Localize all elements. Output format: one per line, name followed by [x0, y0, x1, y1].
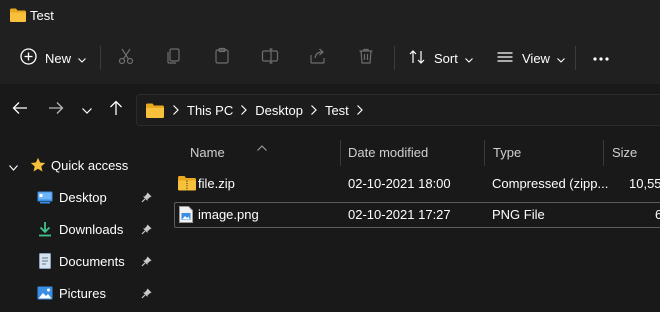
- chevron-right-icon: [311, 105, 317, 115]
- document-icon: [37, 253, 53, 269]
- arrow-up-icon: [109, 100, 123, 121]
- chevron-right-icon: [173, 105, 179, 115]
- plus-circle-icon: [20, 48, 37, 68]
- sidebar-item-label: Desktop: [59, 190, 107, 205]
- breadcrumb-desktop[interactable]: Desktop: [255, 103, 303, 118]
- picture-icon: [37, 285, 53, 301]
- file-size: 10,555: [629, 176, 660, 191]
- arrow-left-icon: [12, 101, 28, 120]
- folder-icon: [146, 103, 164, 118]
- file-list: Name Date modified Type Size file.zip 02…: [161, 136, 660, 312]
- table-row[interactable]: image.png 02-10-2021 17:27 PNG File 6: [174, 202, 660, 228]
- chevron-right-icon: [241, 105, 248, 115]
- command-bar: New Sort View: [0, 32, 660, 84]
- file-name: image.png: [198, 207, 259, 222]
- folder-icon: [10, 8, 26, 27]
- sidebar-item-label: Quick access: [51, 158, 129, 173]
- file-type: Compressed (zipp...: [492, 176, 609, 191]
- sort-arrows-icon: [408, 48, 426, 69]
- navigation-bar: This PC Desktop Test: [0, 84, 660, 136]
- new-button[interactable]: New: [20, 40, 86, 76]
- chevron-down-icon: [78, 51, 86, 66]
- column-header-label: Type: [493, 144, 522, 160]
- file-date-modified: 02-10-2021 17:27: [348, 207, 451, 222]
- column-header-size[interactable]: Size: [612, 136, 637, 168]
- file-size: 6: [655, 207, 660, 222]
- pin-icon: [141, 287, 152, 302]
- column-divider[interactable]: [603, 140, 604, 166]
- toolbar-divider: [394, 46, 395, 70]
- column-header-label: Date modified: [348, 144, 429, 160]
- sidebar-item-quick-access[interactable]: Quick access: [0, 149, 160, 181]
- view-button-label: View: [522, 50, 550, 66]
- more-options-button[interactable]: [590, 47, 612, 69]
- image-file-icon: [179, 206, 193, 226]
- rename-icon: [261, 47, 279, 70]
- download-arrow-icon: [37, 221, 53, 237]
- sort-button[interactable]: Sort: [408, 40, 473, 76]
- column-header-label: Size: [612, 144, 638, 160]
- new-button-label: New: [45, 50, 72, 66]
- chevron-down-icon: [9, 159, 18, 174]
- column-header-name[interactable]: Name: [190, 136, 225, 168]
- address-bar[interactable]: This PC Desktop Test: [136, 94, 660, 126]
- sidebar-item-label: Pictures: [59, 286, 106, 301]
- up-button[interactable]: [106, 100, 126, 120]
- title-bar: Test: [0, 0, 660, 32]
- cut-button[interactable]: [115, 47, 137, 69]
- paste-button[interactable]: [211, 47, 233, 69]
- forward-button[interactable]: [46, 100, 66, 120]
- zip-folder-icon: [178, 175, 196, 194]
- toolbar-divider: [575, 46, 576, 70]
- chevron-right-icon: [356, 105, 363, 115]
- chevron-down-icon: [464, 51, 473, 66]
- recent-locations-button[interactable]: [77, 100, 97, 120]
- window-title: Test: [30, 8, 54, 23]
- column-header-date-modified[interactable]: Date modified: [348, 136, 428, 168]
- sidebar-item-documents[interactable]: Documents: [0, 245, 160, 277]
- column-divider[interactable]: [484, 140, 485, 166]
- share-button[interactable]: [307, 47, 329, 69]
- column-divider[interactable]: [340, 140, 341, 166]
- pin-icon: [141, 223, 152, 238]
- clipboard-icon: [213, 47, 231, 70]
- arrow-right-icon: [48, 101, 64, 120]
- desktop-icon: [37, 189, 53, 205]
- table-row[interactable]: file.zip 02-10-2021 18:00 Compressed (zi…: [174, 171, 660, 197]
- column-header-type[interactable]: Type: [493, 136, 521, 168]
- copy-icon: [165, 47, 183, 70]
- back-button[interactable]: [10, 100, 30, 120]
- sort-ascending-caret-icon: [257, 138, 267, 156]
- more-dots-icon: [592, 49, 610, 67]
- column-header-label: Name: [190, 144, 225, 160]
- pin-icon: [141, 255, 152, 270]
- pin-icon: [141, 191, 152, 206]
- list-view-icon: [496, 48, 514, 69]
- chevron-down-icon: [82, 101, 92, 119]
- sidebar-item-desktop[interactable]: Desktop: [0, 181, 160, 213]
- sidebar-item-label: Documents: [59, 254, 125, 269]
- share-icon: [309, 47, 327, 70]
- chevron-down-icon: [557, 51, 565, 66]
- sidebar-item-downloads[interactable]: Downloads: [0, 213, 160, 245]
- sidebar-item-pictures[interactable]: Pictures: [0, 277, 160, 309]
- file-date-modified: 02-10-2021 18:00: [348, 176, 451, 191]
- breadcrumb-test[interactable]: Test: [325, 103, 349, 118]
- file-name: file.zip: [198, 176, 235, 191]
- copy-button[interactable]: [163, 47, 185, 69]
- sort-button-label: Sort: [434, 50, 458, 66]
- file-type: PNG File: [492, 207, 545, 222]
- sidebar-item-label: Downloads: [59, 222, 124, 237]
- scissors-icon: [117, 47, 135, 70]
- rename-button[interactable]: [259, 47, 281, 69]
- delete-button[interactable]: [355, 47, 377, 69]
- breadcrumb-this-pc[interactable]: This PC: [187, 103, 233, 118]
- star-icon: [30, 157, 46, 173]
- toolbar-divider: [100, 46, 101, 70]
- view-button[interactable]: View: [496, 40, 565, 76]
- trash-icon: [357, 47, 375, 70]
- navigation-pane: Quick access Desktop Downloads Documents: [0, 136, 160, 312]
